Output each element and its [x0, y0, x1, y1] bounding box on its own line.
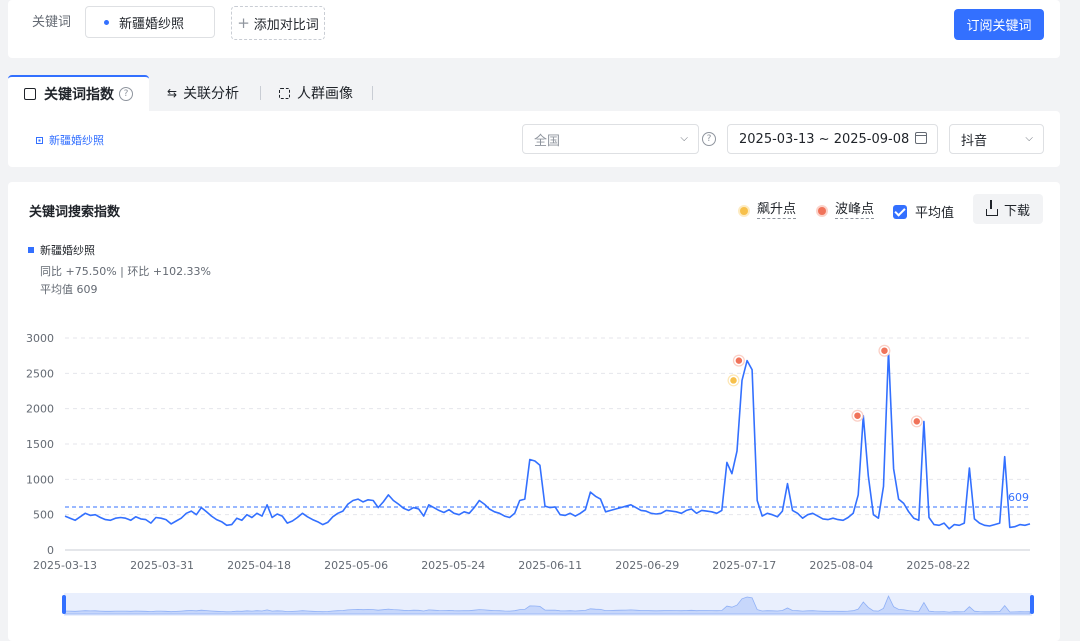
average-value-label: 609	[1008, 491, 1029, 504]
peak-point	[852, 410, 863, 421]
x-tick-label: 2025-05-24	[421, 559, 485, 572]
y-tick-label: 2000	[26, 403, 54, 416]
y-tick-label: 1500	[26, 438, 54, 451]
y-tick-label: 3000	[26, 332, 54, 345]
peak-point	[879, 345, 890, 356]
series-line	[64, 349, 1031, 530]
x-tick-label: 2025-07-17	[712, 559, 776, 572]
surge-point	[728, 375, 739, 386]
x-tick-label: 2025-08-22	[906, 559, 970, 572]
y-tick-label: 2500	[26, 367, 54, 380]
x-tick-label: 2025-05-06	[324, 559, 388, 572]
y-tick-label: 0	[47, 544, 54, 557]
x-tick-label: 2025-06-11	[518, 559, 582, 572]
y-tick-label: 500	[33, 509, 54, 522]
x-tick-label: 2025-03-31	[130, 559, 194, 572]
x-tick-label: 2025-06-29	[615, 559, 679, 572]
x-tick-label: 2025-08-04	[809, 559, 873, 572]
range-handle-left[interactable]	[62, 595, 66, 614]
peak-point	[912, 416, 922, 427]
peak-point	[734, 355, 744, 366]
line-chart: 0 500 1000 1500 2000 2500 3000 2025-03-13 2025-…	[26, 332, 1034, 616]
range-slider[interactable]	[62, 593, 1034, 616]
range-handle-right[interactable]	[1030, 595, 1034, 614]
x-tick-label: 2025-03-13	[33, 559, 97, 572]
x-tick-label: 2025-04-18	[227, 559, 291, 572]
y-tick-label: 1000	[26, 473, 54, 486]
